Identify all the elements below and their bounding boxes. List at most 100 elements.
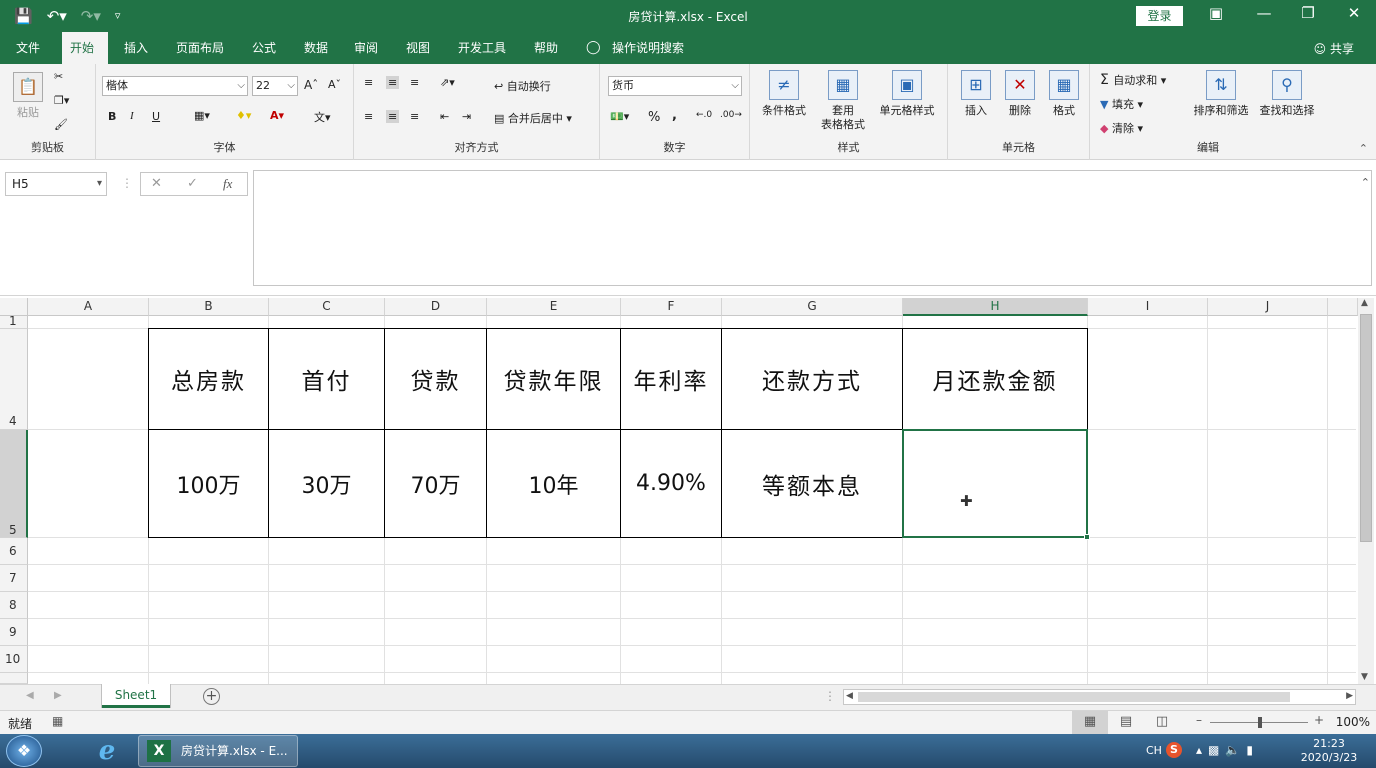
decrease-font-icon[interactable]: Aˇ [328, 78, 341, 91]
fill-button[interactable]: ▼ 填充 ▾ [1100, 96, 1143, 112]
vertical-scroll-thumb[interactable] [1360, 314, 1372, 542]
tell-me-search[interactable]: 操作说明搜索 [604, 32, 692, 64]
splitter-handle-icon[interactable]: ⋮ [121, 176, 133, 190]
scroll-down-icon[interactable]: ▼ [1361, 672, 1368, 682]
orientation-icon[interactable]: ⇗▾ [440, 76, 455, 89]
next-sheet-icon[interactable]: ▶ [54, 690, 62, 701]
sogou-ime-icon[interactable]: S [1166, 742, 1182, 758]
horizontal-scrollbar[interactable]: ◀ ▶ [843, 689, 1356, 705]
zoom-slider[interactable] [1210, 717, 1308, 728]
scroll-left-icon[interactable]: ◀ [846, 691, 853, 701]
zoom-in-icon[interactable]: + [1314, 713, 1324, 727]
cell-g4[interactable]: 还款方式 [721, 328, 903, 430]
cell-e4[interactable]: 贷款年限 [486, 328, 621, 430]
paste-button[interactable]: 📋 粘贴 [10, 72, 46, 120]
fill-handle[interactable] [1084, 534, 1090, 540]
zoom-out-icon[interactable]: – [1196, 713, 1202, 727]
show-hidden-icons-icon[interactable]: ▴ [1196, 743, 1208, 757]
tab-file[interactable]: 文件 [8, 32, 48, 64]
horizontal-scroll-thumb[interactable] [858, 692, 1290, 702]
align-bottom-icon[interactable]: ≡ [410, 76, 419, 89]
percent-button[interactable]: % [648, 110, 660, 125]
column-header-j[interactable]: J [1208, 298, 1328, 316]
tab-home[interactable]: 开始 [62, 32, 108, 64]
cancel-icon[interactable]: ✕ [151, 176, 162, 191]
column-header-h[interactable]: H [903, 298, 1088, 316]
zoom-slider-thumb[interactable] [1258, 717, 1262, 728]
format-painter-icon[interactable]: 🖌 [54, 118, 68, 131]
align-center-icon[interactable]: ≡ [386, 110, 400, 123]
insert-function-icon[interactable]: fx [223, 176, 232, 192]
tab-view[interactable]: 视图 [398, 32, 438, 64]
prev-sheet-icon[interactable]: ◀ [26, 690, 34, 701]
tab-data[interactable]: 数据 [296, 32, 336, 64]
clear-button[interactable]: ◆ 清除 ▾ [1100, 120, 1143, 136]
column-header-a[interactable]: A [28, 298, 149, 316]
page-break-view-icon[interactable]: ◫ [1144, 711, 1180, 734]
row-header-4[interactable]: 4 [0, 329, 28, 430]
increase-indent-icon[interactable]: ⇥ [462, 110, 471, 123]
close-icon[interactable]: ✕ [1344, 4, 1364, 22]
formula-input[interactable] [253, 170, 1372, 286]
login-button[interactable]: 登录 [1136, 6, 1183, 26]
italic-button[interactable]: I [130, 110, 134, 122]
macro-record-icon[interactable]: ▦ [52, 714, 63, 728]
column-header-e[interactable]: E [487, 298, 621, 316]
worksheet-grid[interactable]: A B C D E F G H I J 1 4 5 6 7 8 9 10 总房款… [0, 296, 1376, 684]
bold-button[interactable]: B [108, 110, 116, 123]
sheet-tab-sheet1[interactable]: Sheet1 [102, 684, 170, 708]
tab-developer[interactable]: 开发工具 [450, 32, 514, 64]
cell-f5[interactable]: 4.90% [620, 429, 722, 538]
tab-insert[interactable]: 插入 [116, 32, 156, 64]
cell-e5[interactable]: 10年 [486, 429, 621, 538]
sort-filter-button[interactable]: ⇅ 排序和筛选 [1188, 70, 1254, 118]
minimize-icon[interactable]: — [1254, 4, 1274, 22]
accounting-format-icon[interactable]: 💵▾ [610, 110, 629, 123]
autosum-button[interactable]: Σ 自动求和 ▾ [1100, 72, 1166, 88]
share-button[interactable]: ☺ 共享 [1314, 40, 1354, 57]
cell-b4[interactable]: 总房款 [148, 328, 269, 430]
tab-review[interactable]: 审阅 [346, 32, 386, 64]
taskbar-clock[interactable]: 21:23 2020/3/23 [1294, 737, 1364, 765]
borders-icon[interactable]: ▦▾ [194, 109, 210, 122]
phonetic-icon[interactable]: 文▾ [314, 109, 331, 125]
cell-b5[interactable]: 100万 [148, 429, 269, 538]
network-device-icon[interactable]: ▩ [1208, 743, 1225, 757]
row-header-6[interactable]: 6 [0, 538, 28, 565]
cell-f4[interactable]: 年利率 [620, 328, 722, 430]
tab-formulas[interactable]: 公式 [244, 32, 284, 64]
input-language[interactable]: CH [1146, 744, 1162, 757]
vertical-scrollbar[interactable]: ▲ ▼ [1358, 298, 1374, 684]
cell-d4[interactable]: 贷款 [384, 328, 487, 430]
decrease-indent-icon[interactable]: ⇤ [440, 110, 449, 123]
format-cells-button[interactable]: ▦ 格式 [1042, 70, 1086, 118]
row-header-5[interactable]: 5 [0, 430, 28, 538]
align-top-icon[interactable]: ≡ [364, 76, 373, 89]
format-as-table-button[interactable]: ▦ 套用 表格格式 [812, 70, 874, 132]
column-header-i[interactable]: I [1088, 298, 1208, 316]
start-button[interactable]: ❖ [6, 735, 42, 767]
column-header-c[interactable]: C [269, 298, 385, 316]
restore-icon[interactable]: ❐ [1298, 4, 1318, 22]
taskbar-excel-button[interactable]: X 房贷计算.xlsx - E... [138, 735, 298, 767]
decrease-decimal-icon[interactable]: .00→ [720, 110, 742, 120]
row-header-10[interactable]: 10 [0, 646, 28, 673]
underline-button[interactable]: U [152, 110, 160, 123]
row-header-11[interactable] [0, 673, 28, 684]
collapse-ribbon-icon[interactable]: ⌃ [1359, 142, 1368, 155]
collapse-formula-icon[interactable]: ⌃ [1361, 176, 1370, 189]
column-header-f[interactable]: F [621, 298, 722, 316]
cell-c5[interactable]: 30万 [268, 429, 385, 538]
internet-explorer-icon[interactable]: e [90, 737, 124, 765]
normal-view-icon[interactable]: ▦ [1072, 711, 1108, 734]
row-header-1[interactable]: 1 [0, 315, 28, 329]
find-select-button[interactable]: ⚲ 查找和选择 [1254, 70, 1320, 118]
align-right-icon[interactable]: ≡ [410, 110, 419, 123]
increase-font-icon[interactable]: Aˆ [304, 78, 318, 92]
signal-icon[interactable]: ▮ [1246, 743, 1259, 757]
scroll-up-icon[interactable]: ▲ [1361, 298, 1368, 308]
delete-cells-button[interactable]: ✕ 删除 [998, 70, 1042, 118]
enter-icon[interactable]: ✓ [187, 176, 198, 191]
ribbon-display-icon[interactable]: ▣ [1206, 4, 1226, 22]
add-sheet-icon[interactable]: + [203, 688, 220, 705]
